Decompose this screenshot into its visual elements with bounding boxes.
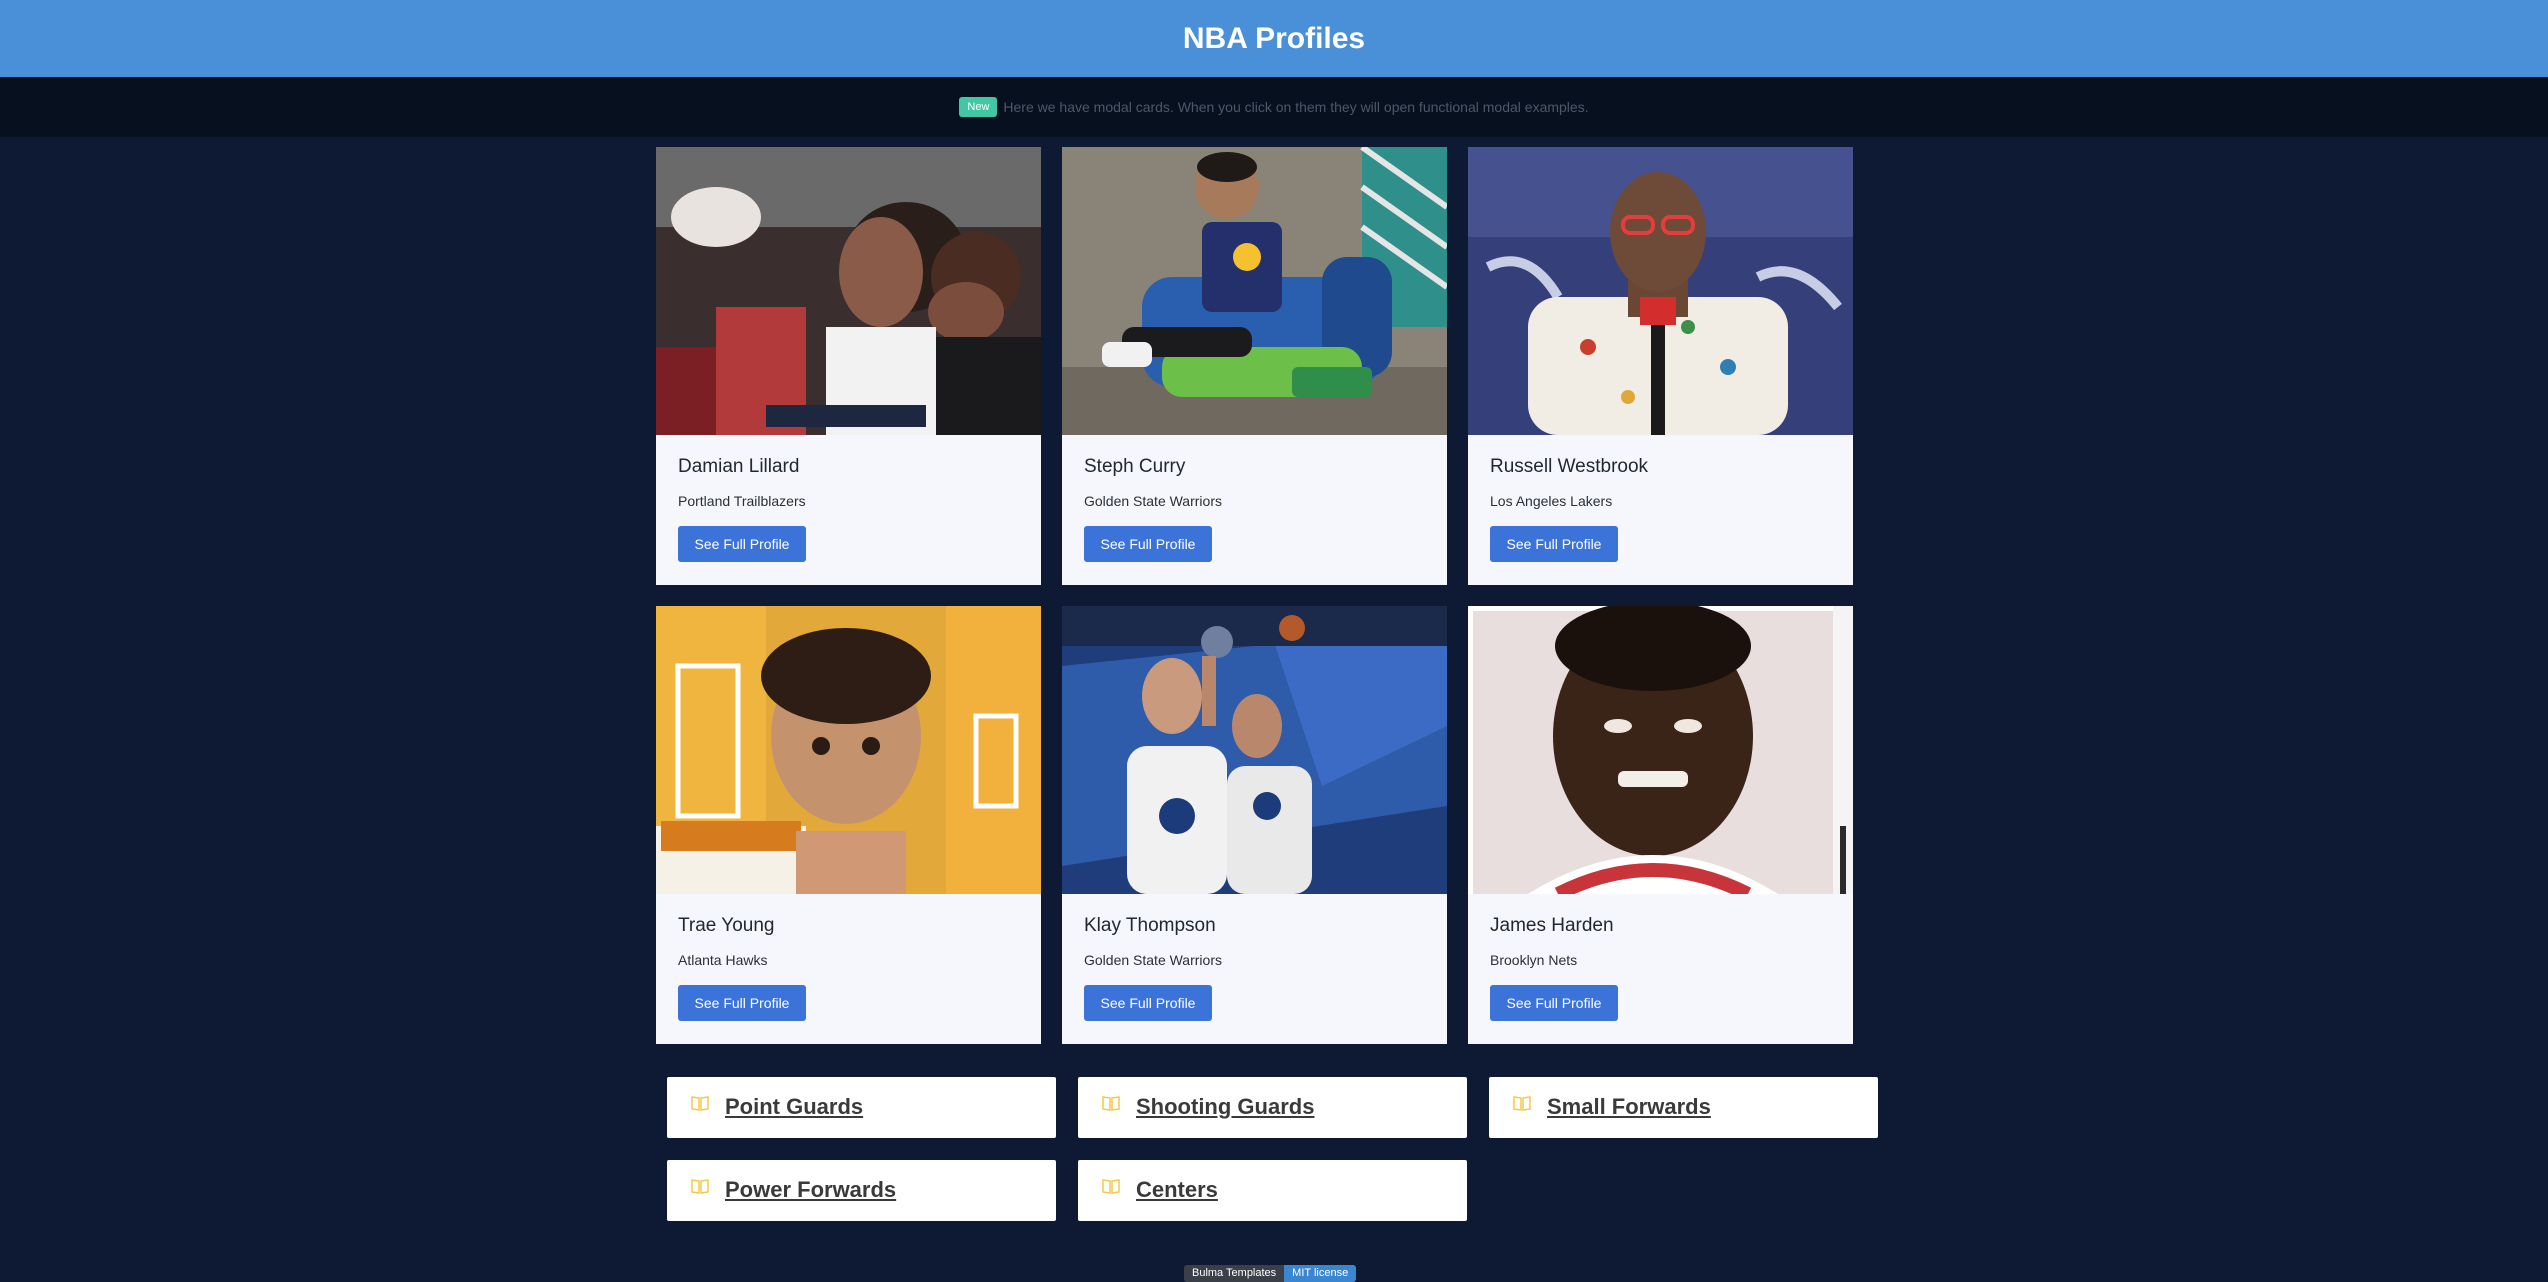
see-full-profile-button[interactable]: See Full Profile xyxy=(678,526,806,562)
player-photo[interactable] xyxy=(1468,606,1853,894)
position-link-power-forwards[interactable]: Power Forwards xyxy=(667,1160,1056,1221)
see-full-profile-button[interactable]: See Full Profile xyxy=(1084,526,1212,562)
position-label[interactable]: Small Forwards xyxy=(1547,1094,1711,1120)
bulma-templates-badge[interactable]: Bulma Templates xyxy=(1184,1265,1285,1282)
footer-badges: Bulma Templates MIT license xyxy=(1184,1265,1357,1282)
player-card[interactable]: Damian Lillard Portland Trailblazers See… xyxy=(656,147,1041,585)
player-team: Los Angeles Lakers xyxy=(1490,493,1613,509)
book-icon xyxy=(1102,1096,1120,1111)
book-icon xyxy=(691,1179,709,1194)
mit-license-badge[interactable]: MIT license xyxy=(1284,1265,1357,1282)
book-icon xyxy=(1102,1179,1120,1194)
player-team: Brooklyn Nets xyxy=(1490,952,1578,968)
player-card[interactable]: James Harden Brooklyn Nets See Full Prof… xyxy=(1468,606,1853,1044)
player-photo[interactable] xyxy=(656,147,1041,435)
page-title: NBA Profiles xyxy=(1182,21,1366,55)
new-tag: New xyxy=(959,97,998,117)
player-team: Golden State Warriors xyxy=(1084,493,1222,509)
player-card[interactable]: Klay Thompson Golden State Warriors See … xyxy=(1062,606,1447,1044)
see-full-profile-button[interactable]: See Full Profile xyxy=(1490,526,1618,562)
player-name: Trae Young xyxy=(678,915,775,936)
see-full-profile-button[interactable]: See Full Profile xyxy=(1084,985,1212,1021)
player-card[interactable]: Russell Westbrook Los Angeles Lakers See… xyxy=(1468,147,1853,585)
player-name: Russell Westbrook xyxy=(1490,456,1649,477)
player-name: Steph Curry xyxy=(1084,456,1186,477)
player-name: Damian Lillard xyxy=(678,456,800,477)
position-label[interactable]: Shooting Guards xyxy=(1136,1094,1314,1120)
see-full-profile-button[interactable]: See Full Profile xyxy=(678,985,806,1021)
position-label[interactable]: Point Guards xyxy=(725,1094,863,1120)
player-card[interactable]: Trae Young Atlanta Hawks See Full Profil… xyxy=(656,606,1041,1044)
player-photo[interactable] xyxy=(1062,606,1447,894)
position-link-point-guards[interactable]: Point Guards xyxy=(667,1077,1056,1138)
player-team: Golden State Warriors xyxy=(1084,952,1222,968)
player-photo[interactable] xyxy=(1468,147,1853,435)
position-link-centers[interactable]: Centers xyxy=(1078,1160,1467,1221)
notice-bar: New Here we have modal cards. When you c… xyxy=(0,77,2548,137)
player-name: Klay Thompson xyxy=(1084,915,1216,936)
see-full-profile-button[interactable]: See Full Profile xyxy=(1490,985,1618,1021)
notice-text: Here we have modal cards. When you click… xyxy=(1003,99,1589,115)
player-photo[interactable] xyxy=(1062,147,1447,435)
position-link-small-forwards[interactable]: Small Forwards xyxy=(1489,1077,1878,1138)
position-label[interactable]: Centers xyxy=(1136,1177,1218,1203)
player-team: Portland Trailblazers xyxy=(678,493,806,509)
book-icon xyxy=(1513,1096,1531,1111)
position-label[interactable]: Power Forwards xyxy=(725,1177,896,1203)
player-team: Atlanta Hawks xyxy=(678,952,768,968)
position-link-shooting-guards[interactable]: Shooting Guards xyxy=(1078,1077,1467,1138)
book-icon xyxy=(691,1096,709,1111)
player-card[interactable]: Steph Curry Golden State Warriors See Fu… xyxy=(1062,147,1447,585)
page-header: NBA Profiles xyxy=(0,0,2548,77)
player-name: James Harden xyxy=(1490,915,1614,936)
player-photo[interactable] xyxy=(656,606,1041,894)
